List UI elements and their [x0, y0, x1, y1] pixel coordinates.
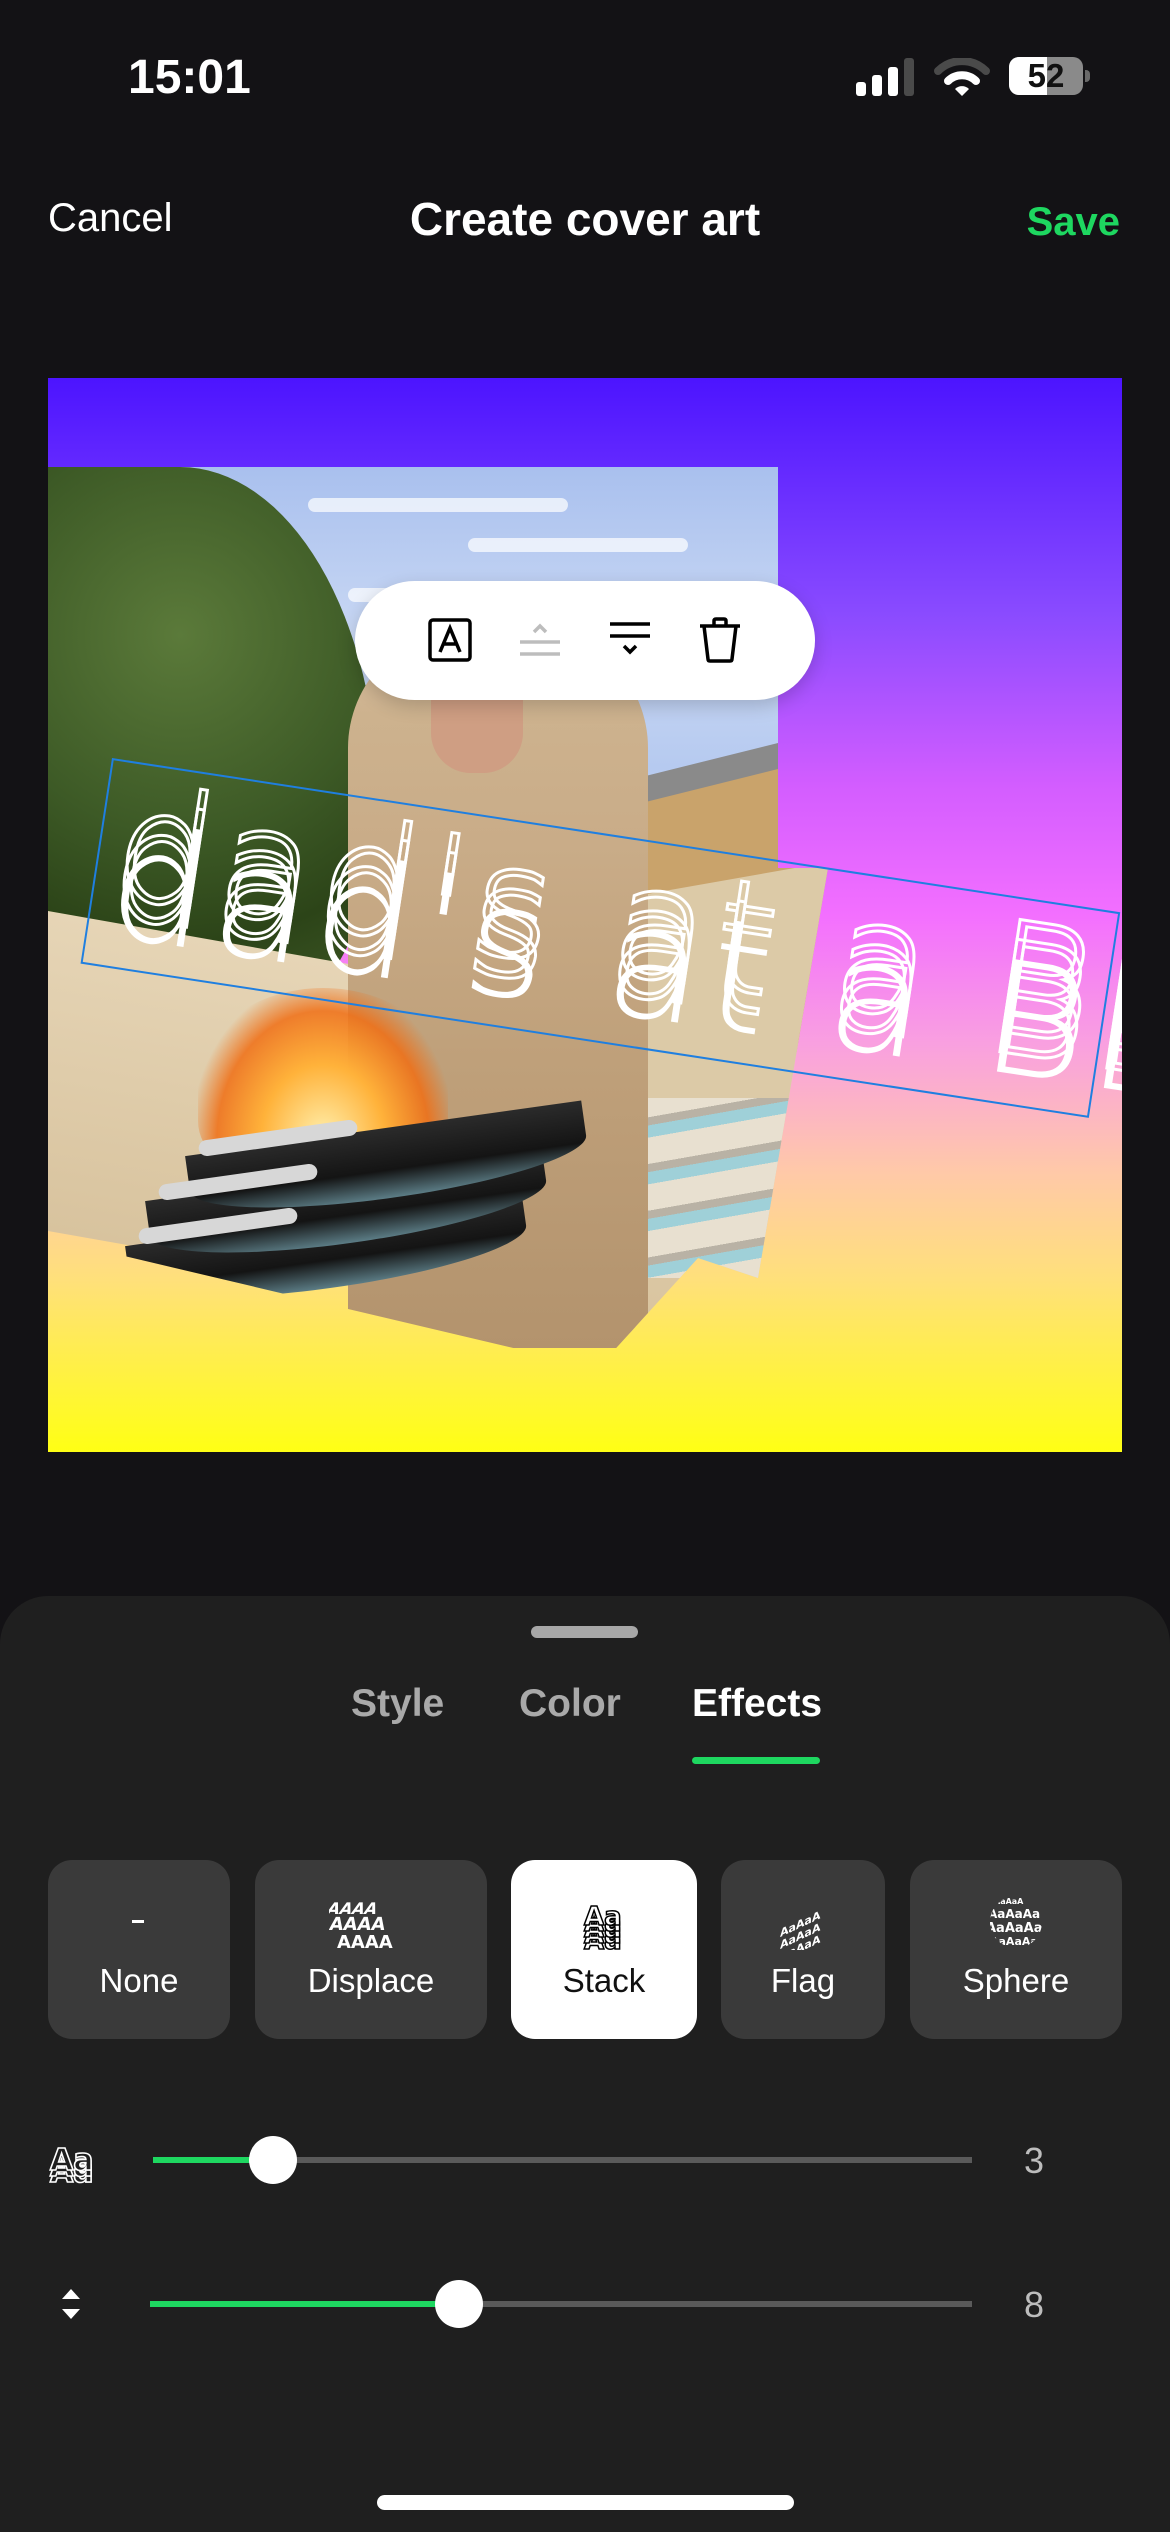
photo-cloud: [468, 538, 688, 552]
slider-thumb[interactable]: [435, 2280, 484, 2328]
effect-label: Displace: [307, 1962, 435, 1999]
slider-fill: [150, 2301, 460, 2307]
photo-cloud: [308, 498, 568, 512]
svg-text:AaAaAa: AaAaAa: [990, 1935, 1038, 1948]
cellular-signal-icon: [856, 58, 916, 96]
tab-color[interactable]: Color: [519, 1682, 621, 1726]
displace-icon: AAAA AAAA AAAA: [255, 1894, 487, 1950]
text-toolbar: [355, 581, 815, 700]
spacing-value: 8: [1024, 2284, 1045, 2325]
effect-stack-button[interactable]: Aa Aa Aa Aa Aa Stack: [511, 1860, 697, 2039]
cancel-button[interactable]: Cancel: [48, 196, 173, 241]
bring-forward-icon: [520, 623, 560, 656]
effect-displace-button[interactable]: AAAA AAAA AAAA Displace: [255, 1860, 487, 2039]
send-backward-icon: [610, 622, 650, 655]
status-time: 15:01: [128, 51, 251, 104]
effect-label: Flag: [770, 1962, 836, 1999]
tab-effects[interactable]: Effects: [692, 1682, 822, 1726]
spacing-icon: [60, 2287, 82, 2326]
dash-icon: [48, 1894, 230, 1950]
stack-count-icon: Aa Aa Aa: [48, 2138, 100, 2191]
effect-none-button[interactable]: None: [48, 1860, 230, 2039]
save-button[interactable]: Save: [1027, 200, 1120, 245]
effect-label: Sphere: [962, 1962, 1070, 1999]
svg-text:AaAaA: AaAaA: [994, 1897, 1024, 1906]
stack-icon: Aa Aa Aa Aa Aa: [511, 1894, 697, 1951]
photo-grill: [108, 1078, 628, 1328]
tab-style[interactable]: Style: [351, 1682, 444, 1726]
effects-sheet: [0, 1596, 1170, 2532]
effect-flag-button[interactable]: AaAaA AaAaA AaAaA Flag: [721, 1860, 885, 2039]
svg-text:Aa: Aa: [584, 1902, 622, 1932]
effect-sphere-button[interactable]: AaAaA AaAaAa AaAaAa AaAaAa Sphere: [910, 1860, 1122, 2039]
stack-count-value: 3: [1024, 2140, 1045, 2181]
delete-button[interactable]: [695, 615, 745, 665]
text-style-icon: [428, 618, 472, 662]
battery-cap: [1085, 70, 1090, 82]
effect-label: Stack: [562, 1962, 646, 1999]
svg-text:Aa: Aa: [50, 2143, 93, 2178]
sphere-icon: AaAaA AaAaAa AaAaAa AaAaAa: [910, 1894, 1122, 1950]
active-tab-indicator: [692, 1757, 820, 1764]
battery-percent: 52: [1027, 57, 1065, 94]
sheet-drag-handle[interactable]: [531, 1626, 638, 1638]
text-style-button[interactable]: [425, 615, 475, 665]
svg-text:AaAaAa: AaAaAa: [988, 1921, 1043, 1936]
bring-forward-button[interactable]: [515, 615, 565, 665]
delete-icon: [700, 617, 740, 663]
cover-art-canvas[interactable]: dad's at a BBQ dad's at a BBQ dad's at a…: [48, 378, 1122, 1452]
svg-text:AAAA: AAAA: [337, 1932, 393, 1950]
spacing-slider[interactable]: [150, 2280, 972, 2328]
page-title: Create cover art: [409, 193, 761, 245]
flag-icon: AaAaA AaAaA AaAaA: [721, 1894, 885, 1950]
stack-count-slider[interactable]: [153, 2136, 972, 2184]
battery-icon: 52: [1009, 57, 1090, 97]
wifi-icon: [934, 57, 990, 98]
send-backward-button[interactable]: [605, 615, 655, 665]
home-indicator: [377, 2495, 794, 2510]
effect-label: None: [99, 1962, 179, 1999]
svg-text:AaAaAa: AaAaAa: [988, 1907, 1040, 1921]
